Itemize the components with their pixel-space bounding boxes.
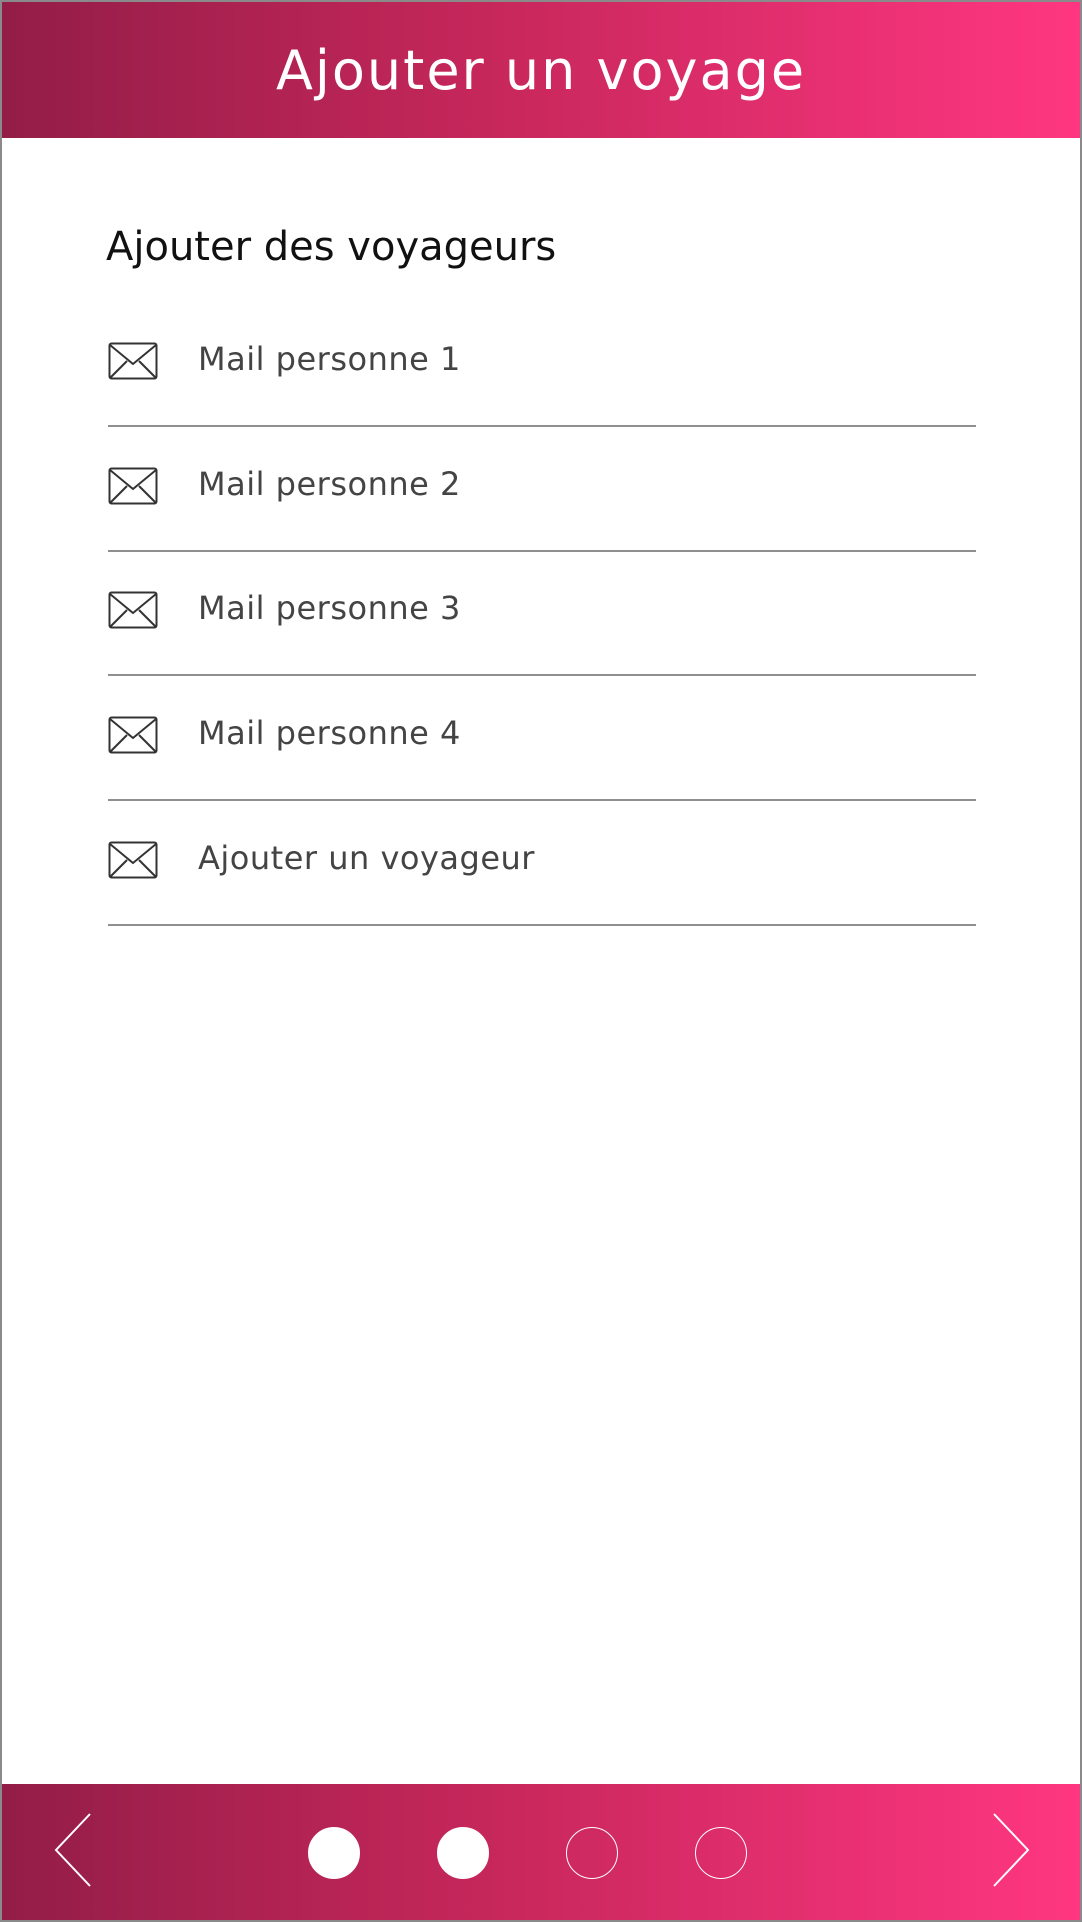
add-traveler-placeholder: Ajouter un voyageur xyxy=(198,839,535,877)
mail-icon xyxy=(108,591,158,629)
section-title: Ajouter des voyageurs xyxy=(106,224,557,270)
chevron-right-icon[interactable] xyxy=(990,1810,1030,1890)
traveler-email-field-3[interactable]: Mail personne 3 xyxy=(108,551,976,676)
chevron-left-icon[interactable] xyxy=(54,1810,94,1890)
email-placeholder: Mail personne 4 xyxy=(198,714,461,752)
page-title: Ajouter un voyage xyxy=(275,38,807,102)
email-placeholder: Mail personne 2 xyxy=(198,465,461,503)
email-placeholder: Mail personne 3 xyxy=(198,589,461,627)
step-dot-1[interactable] xyxy=(308,1827,360,1879)
traveler-email-field-4[interactable]: Mail personne 4 xyxy=(108,676,976,801)
email-placeholder: Mail personne 1 xyxy=(198,340,461,378)
mail-icon xyxy=(108,467,158,505)
step-dot-4[interactable] xyxy=(695,1827,747,1879)
traveler-email-field-1[interactable]: Mail personne 1 xyxy=(108,302,976,427)
footer-navigation xyxy=(2,1784,1080,1920)
step-dot-3[interactable] xyxy=(566,1827,618,1879)
traveler-email-field-2[interactable]: Mail personne 2 xyxy=(108,427,976,552)
add-traveler-field[interactable]: Ajouter un voyageur xyxy=(108,801,976,926)
mail-icon xyxy=(108,716,158,754)
mail-icon xyxy=(108,841,158,879)
app-screen: Ajouter un voyage Ajouter des voyageurs … xyxy=(0,0,1082,1922)
step-dot-2[interactable] xyxy=(437,1827,489,1879)
mail-icon xyxy=(108,342,158,380)
header-bar: Ajouter un voyage xyxy=(2,2,1080,138)
